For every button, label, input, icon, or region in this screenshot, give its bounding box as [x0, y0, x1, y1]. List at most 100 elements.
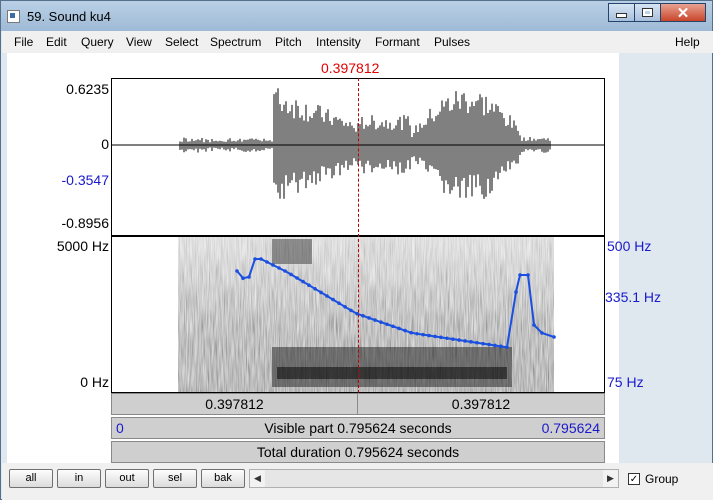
scroll-left-icon[interactable]: ◀: [250, 470, 265, 487]
menu-edit[interactable]: Edit: [46, 35, 67, 49]
formant-band-2: [277, 367, 507, 379]
pitch-point: [283, 269, 287, 273]
pitch-point: [271, 263, 275, 267]
horizontal-scrollbar[interactable]: ◀ ▶: [249, 469, 619, 488]
visible-start: 0: [116, 420, 124, 436]
wave-cursor-label: -0.3547: [61, 172, 109, 188]
pitch-point: [514, 290, 518, 294]
visible-part-bar[interactable]: 0 Visible part 0.795624 seconds 0.795624: [111, 417, 605, 439]
pitch-point: [469, 340, 473, 344]
pitch-point: [259, 257, 263, 261]
pitch-point: [532, 323, 536, 327]
menu-view[interactable]: View: [126, 35, 152, 49]
menu-intensity[interactable]: Intensity: [316, 35, 361, 49]
waveform-trace: [179, 88, 551, 199]
pitch-point: [337, 301, 341, 305]
pitch-point: [235, 269, 239, 273]
pitch-point: [373, 318, 377, 322]
all-button[interactable]: all: [9, 469, 53, 488]
pitch-point: [265, 260, 269, 264]
pitch-top-label: 500 Hz: [607, 238, 652, 254]
zoom-selection-button[interactable]: sel: [153, 469, 197, 488]
pitch-point: [391, 324, 395, 329]
pitch-point: [349, 308, 353, 313]
pitch-point: [475, 340, 479, 345]
pitch-point: [415, 331, 419, 336]
total-duration-bar[interactable]: Total duration 0.795624 seconds: [111, 441, 605, 463]
pitch-point: [343, 305, 347, 309]
cursor-line: [358, 78, 359, 393]
wave-min-label: -0.8956: [61, 215, 109, 231]
pitch-point: [367, 316, 371, 320]
visible-end: 0.795624: [541, 420, 600, 436]
menu-pulses[interactable]: Pulses: [434, 35, 470, 49]
menu-help[interactable]: Help: [675, 35, 700, 49]
pitch-point: [526, 273, 530, 277]
menu-query[interactable]: Query: [81, 35, 114, 49]
pitch-point: [463, 339, 467, 343]
left-selection-duration[interactable]: 0.397812: [111, 393, 358, 415]
zoom-back-button[interactable]: bak: [201, 469, 245, 488]
zoom-out-button[interactable]: out: [105, 469, 149, 488]
pitch-point: [445, 336, 449, 341]
maximize-icon: [642, 8, 653, 17]
pitch-point: [427, 333, 431, 338]
close-button[interactable]: ✕: [660, 3, 706, 22]
window-title: 59. Sound ku4: [27, 9, 111, 24]
pitch-point: [451, 337, 455, 341]
pitch-bottom-label: 75 Hz: [607, 374, 644, 390]
pitch-point: [253, 257, 257, 261]
pitch-point: [241, 276, 245, 280]
pitch-point: [295, 276, 299, 280]
menu-pitch[interactable]: Pitch: [275, 35, 302, 49]
pitch-point: [331, 297, 335, 302]
pitch-point: [552, 335, 556, 339]
pitch-point: [505, 345, 509, 350]
group-label: Group: [645, 472, 679, 486]
pitch-cursor-label: 335.1 Hz: [605, 289, 662, 305]
minimize-icon: [616, 13, 627, 18]
pitch-point: [457, 338, 461, 342]
formant-band-3: [272, 239, 312, 264]
maximize-button[interactable]: [634, 3, 660, 22]
wave-max-label: 0.6235: [66, 81, 109, 97]
pitch-point: [313, 287, 317, 291]
pitch-point: [301, 279, 305, 284]
pitch-point: [433, 334, 437, 339]
pitch-point: [540, 331, 544, 335]
pitch-point: [499, 344, 503, 349]
pitch-point: [397, 326, 401, 331]
pitch-point: [518, 273, 522, 277]
right-selection-duration[interactable]: 0.397812: [357, 393, 605, 415]
pitch-point: [277, 266, 281, 270]
title-bar[interactable]: 59. Sound ku4 ✕: [1, 1, 712, 31]
menu-file[interactable]: File: [14, 35, 33, 49]
menu-select[interactable]: Select: [165, 35, 198, 49]
close-icon: ✕: [676, 4, 690, 22]
cursor-time: 0.397812: [321, 60, 380, 76]
pitch-point: [385, 322, 389, 327]
wave-zero-label: 0: [101, 136, 109, 152]
pitch-point: [403, 328, 407, 333]
app-icon: [7, 10, 20, 23]
minimize-button[interactable]: [608, 3, 634, 22]
visible-part-label: Visible part 0.795624 seconds: [264, 420, 452, 436]
pitch-point: [307, 283, 311, 287]
pitch-point: [421, 332, 425, 337]
pitch-point: [247, 275, 251, 279]
pitch-point: [379, 320, 383, 324]
pitch-point: [493, 343, 497, 348]
menu-spectrum[interactable]: Spectrum: [210, 35, 261, 49]
pitch-point: [439, 335, 443, 340]
scroll-right-icon[interactable]: ▶: [603, 470, 618, 487]
pitch-point: [409, 330, 413, 335]
spec-freq-top-label: 5000 Hz: [56, 238, 109, 254]
group-checkbox[interactable]: ✓: [628, 473, 640, 485]
menu-bar: File Edit Query View Select Spectrum Pit…: [2, 31, 713, 53]
pitch-point: [289, 272, 293, 277]
zoom-in-button[interactable]: in: [57, 469, 101, 488]
pitch-point: [325, 294, 329, 298]
pitch-point: [481, 341, 485, 346]
menu-formant[interactable]: Formant: [375, 35, 420, 49]
pitch-point: [487, 342, 491, 347]
